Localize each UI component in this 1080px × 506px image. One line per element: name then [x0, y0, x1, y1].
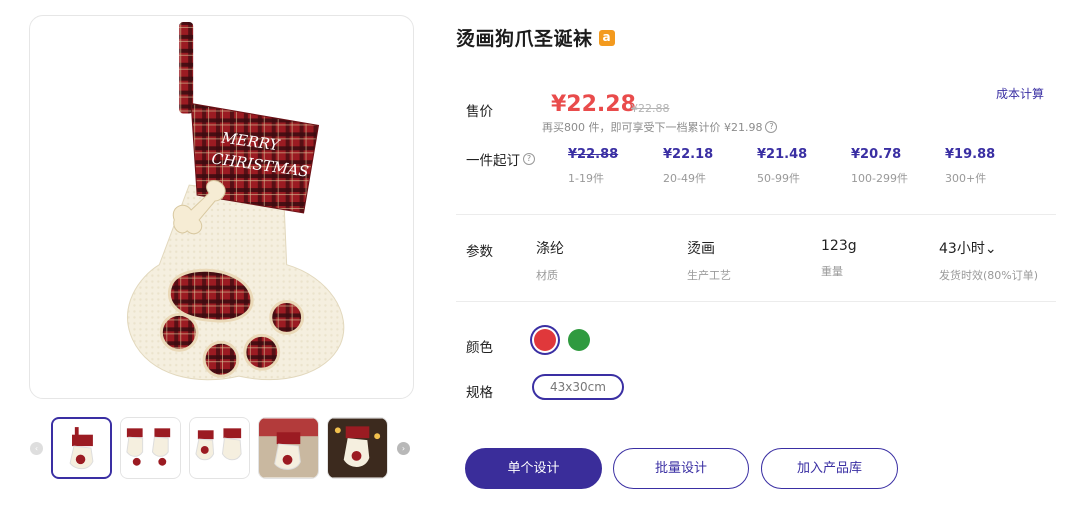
tier-quantity: 100-299件 [851, 172, 908, 185]
price-tier-note-text: 再买800 件，即可享受下一档累计价 ¥21.98 [542, 121, 763, 134]
divider [456, 301, 1056, 302]
thumb-next-icon[interactable]: › [397, 442, 410, 455]
tier-label-text: 一件起订 [466, 153, 520, 169]
title-row: 烫画狗爪圣诞袜 a [456, 24, 615, 51]
price-label: 售价 [466, 104, 493, 120]
tier-price: ¥19.88 [945, 147, 996, 162]
param-label: 重量 [821, 265, 843, 278]
color-swatch-red[interactable] [534, 329, 556, 351]
color-label: 颜色 [466, 340, 493, 356]
param-label: 发货时效(80%订单) [939, 269, 1039, 282]
param-shipping-time[interactable]: 43小时⌄ 发货时效(80%订单) [939, 238, 1038, 283]
price-tier: ¥20.78 100-299件 [851, 147, 908, 186]
param-label: 生产工艺 [687, 269, 731, 282]
tier-label: 一件起订 ? [466, 149, 535, 169]
current-price: ¥22.28 [551, 92, 636, 117]
stocking-illustration: MERRY CHRISTMAS [127, 21, 345, 381]
price-tier: ¥21.48 50-99件 [757, 147, 807, 186]
batch-design-button[interactable]: 批量设计 [613, 448, 749, 489]
spec-label: 规格 [466, 385, 493, 401]
tier-price: ¥21.48 [757, 147, 808, 162]
param-value: 涤纶 [536, 241, 564, 257]
param-value: 123g [821, 238, 857, 254]
price-tier-note: 再买800 件，即可享受下一档累计价 ¥21.98 ? [542, 119, 778, 135]
add-to-library-button[interactable]: 加入产品库 [761, 448, 898, 489]
shipping-time-dropdown[interactable]: 43小时⌄ [939, 238, 1038, 258]
tier-price: ¥22.88 [568, 147, 619, 162]
single-design-button[interactable]: 单个设计 [465, 448, 602, 489]
param-label: 材质 [536, 269, 558, 282]
color-swatch-green[interactable] [568, 329, 590, 351]
original-price: ¥22.88 [631, 102, 670, 115]
tier-quantity: 50-99件 [757, 172, 800, 185]
thumbnail-3[interactable] [189, 417, 250, 479]
help-icon[interactable]: ? [523, 153, 535, 165]
divider [456, 214, 1056, 215]
thumbnail-strip [51, 417, 388, 479]
price-tier: ¥19.88 300+件 [945, 147, 995, 186]
tier-price: ¥22.18 [663, 147, 714, 162]
param-process: 烫画 生产工艺 [687, 238, 731, 283]
price-tier: ¥22.88 1-19件 [568, 147, 618, 186]
help-icon[interactable]: ? [765, 121, 778, 133]
thumbnail-4[interactable] [258, 417, 319, 479]
tier-quantity: 20-49件 [663, 172, 706, 185]
main-product-image[interactable]: MERRY CHRISTMAS [29, 15, 414, 399]
amazon-icon: a [598, 29, 615, 46]
price-tier: ¥22.18 20-49件 [663, 147, 713, 186]
cost-calculation-link[interactable]: 成本计算 [996, 85, 1044, 102]
param-value: 烫画 [687, 241, 715, 257]
thumb-prev-icon[interactable]: ‹ [30, 442, 43, 455]
tier-quantity: 300+件 [945, 172, 987, 185]
product-title: 烫画狗爪圣诞袜 [456, 28, 593, 50]
param-weight: 123g 重量 [821, 238, 857, 279]
thumbnail-2[interactable] [120, 417, 181, 479]
thumbnail-1[interactable] [51, 417, 112, 479]
tier-quantity: 1-19件 [568, 172, 604, 185]
params-label: 参数 [466, 244, 493, 260]
param-material: 涤纶 材质 [536, 238, 564, 283]
thumbnail-5[interactable] [327, 417, 388, 479]
tier-price: ¥20.78 [851, 147, 902, 162]
spec-option-43x30cm[interactable]: 43x30cm [532, 374, 624, 400]
